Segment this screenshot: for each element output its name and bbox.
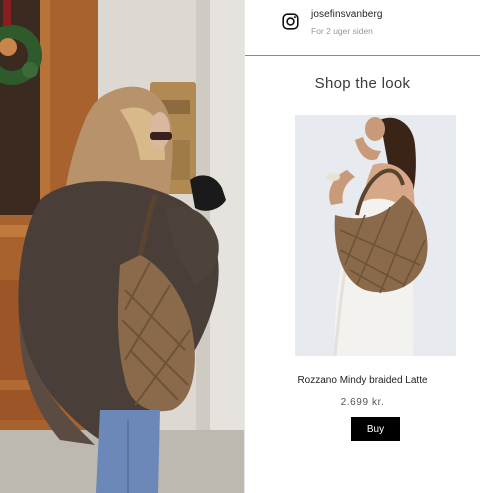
shop-title: Shop the look xyxy=(314,75,411,92)
product-image[interactable] xyxy=(295,115,456,356)
product-photo-illustration xyxy=(295,115,456,356)
shop-panel: josefinsvanberg For 2 uger siden Shop th… xyxy=(245,0,480,493)
product-name[interactable]: Rozzano Mindy braided Latte xyxy=(245,375,480,386)
buy-button[interactable]: Buy xyxy=(351,417,400,441)
product-price: 2.699 kr. xyxy=(340,397,385,408)
post-timestamp: For 2 uger siden xyxy=(311,26,373,36)
header-divider xyxy=(245,55,480,56)
lifestyle-photo xyxy=(0,0,244,493)
instagram-icon[interactable] xyxy=(282,13,299,30)
lifestyle-photo-illustration xyxy=(0,0,244,493)
post-username[interactable]: josefinsvanberg xyxy=(311,9,383,20)
post-header: josefinsvanberg For 2 uger siden xyxy=(245,0,480,56)
